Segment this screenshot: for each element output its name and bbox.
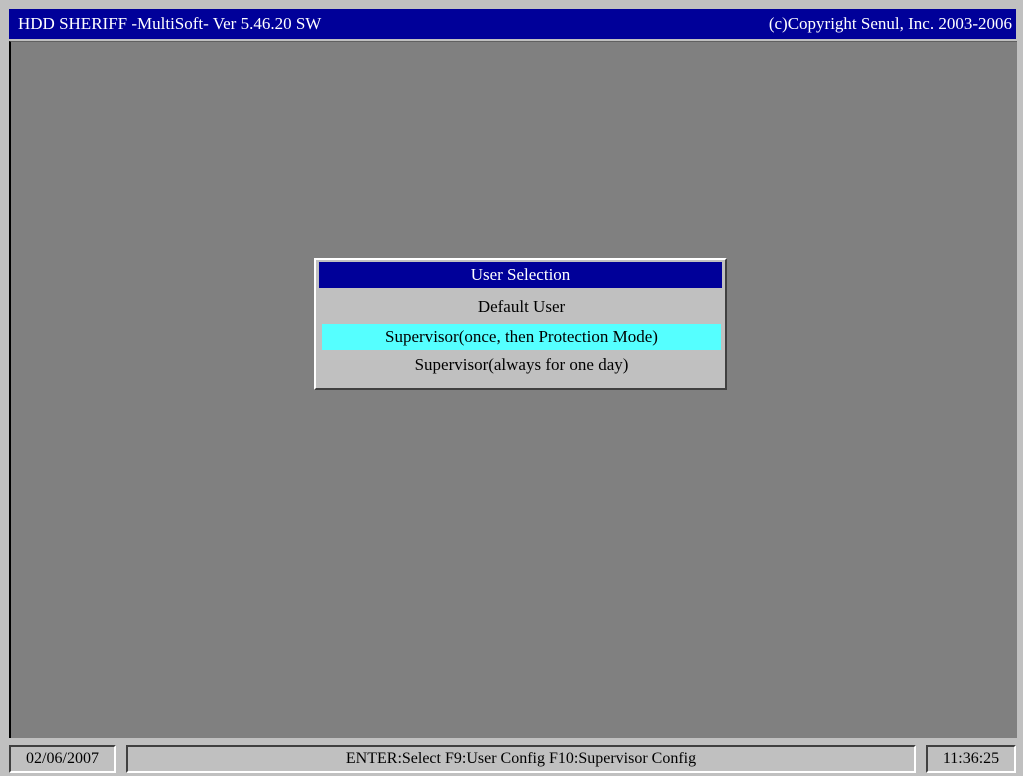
option-supervisor-once[interactable]: Supervisor(once, then Protection Mode) xyxy=(322,324,721,350)
copyright-text: (c)Copyright Senul, Inc. 2003-2006 xyxy=(768,14,1012,33)
status-time: 11:36:25 xyxy=(926,745,1016,773)
option-supervisor-one-day[interactable]: Supervisor(always for one day) xyxy=(322,352,721,378)
status-bar: 02/06/2007 ENTER:Select F9:User Config F… xyxy=(0,740,1023,776)
status-key-hints: ENTER:Select F9:User Config F10:Supervis… xyxy=(126,745,916,773)
status-date: 02/06/2007 xyxy=(9,745,116,773)
dialog-title: User Selection xyxy=(319,262,722,288)
app-title: HDD SHERIFF -MultiSoft- Ver 5.46.20 SW xyxy=(18,14,322,33)
option-default-user[interactable]: Default User xyxy=(322,294,721,320)
app-screen: HDD SHERIFF -MultiSoft- Ver 5.46.20 SW (… xyxy=(0,0,1023,776)
title-bar: HDD SHERIFF -MultiSoft- Ver 5.46.20 SW (… xyxy=(9,9,1016,39)
user-selection-dialog: User Selection Default User Supervisor(o… xyxy=(314,258,727,390)
